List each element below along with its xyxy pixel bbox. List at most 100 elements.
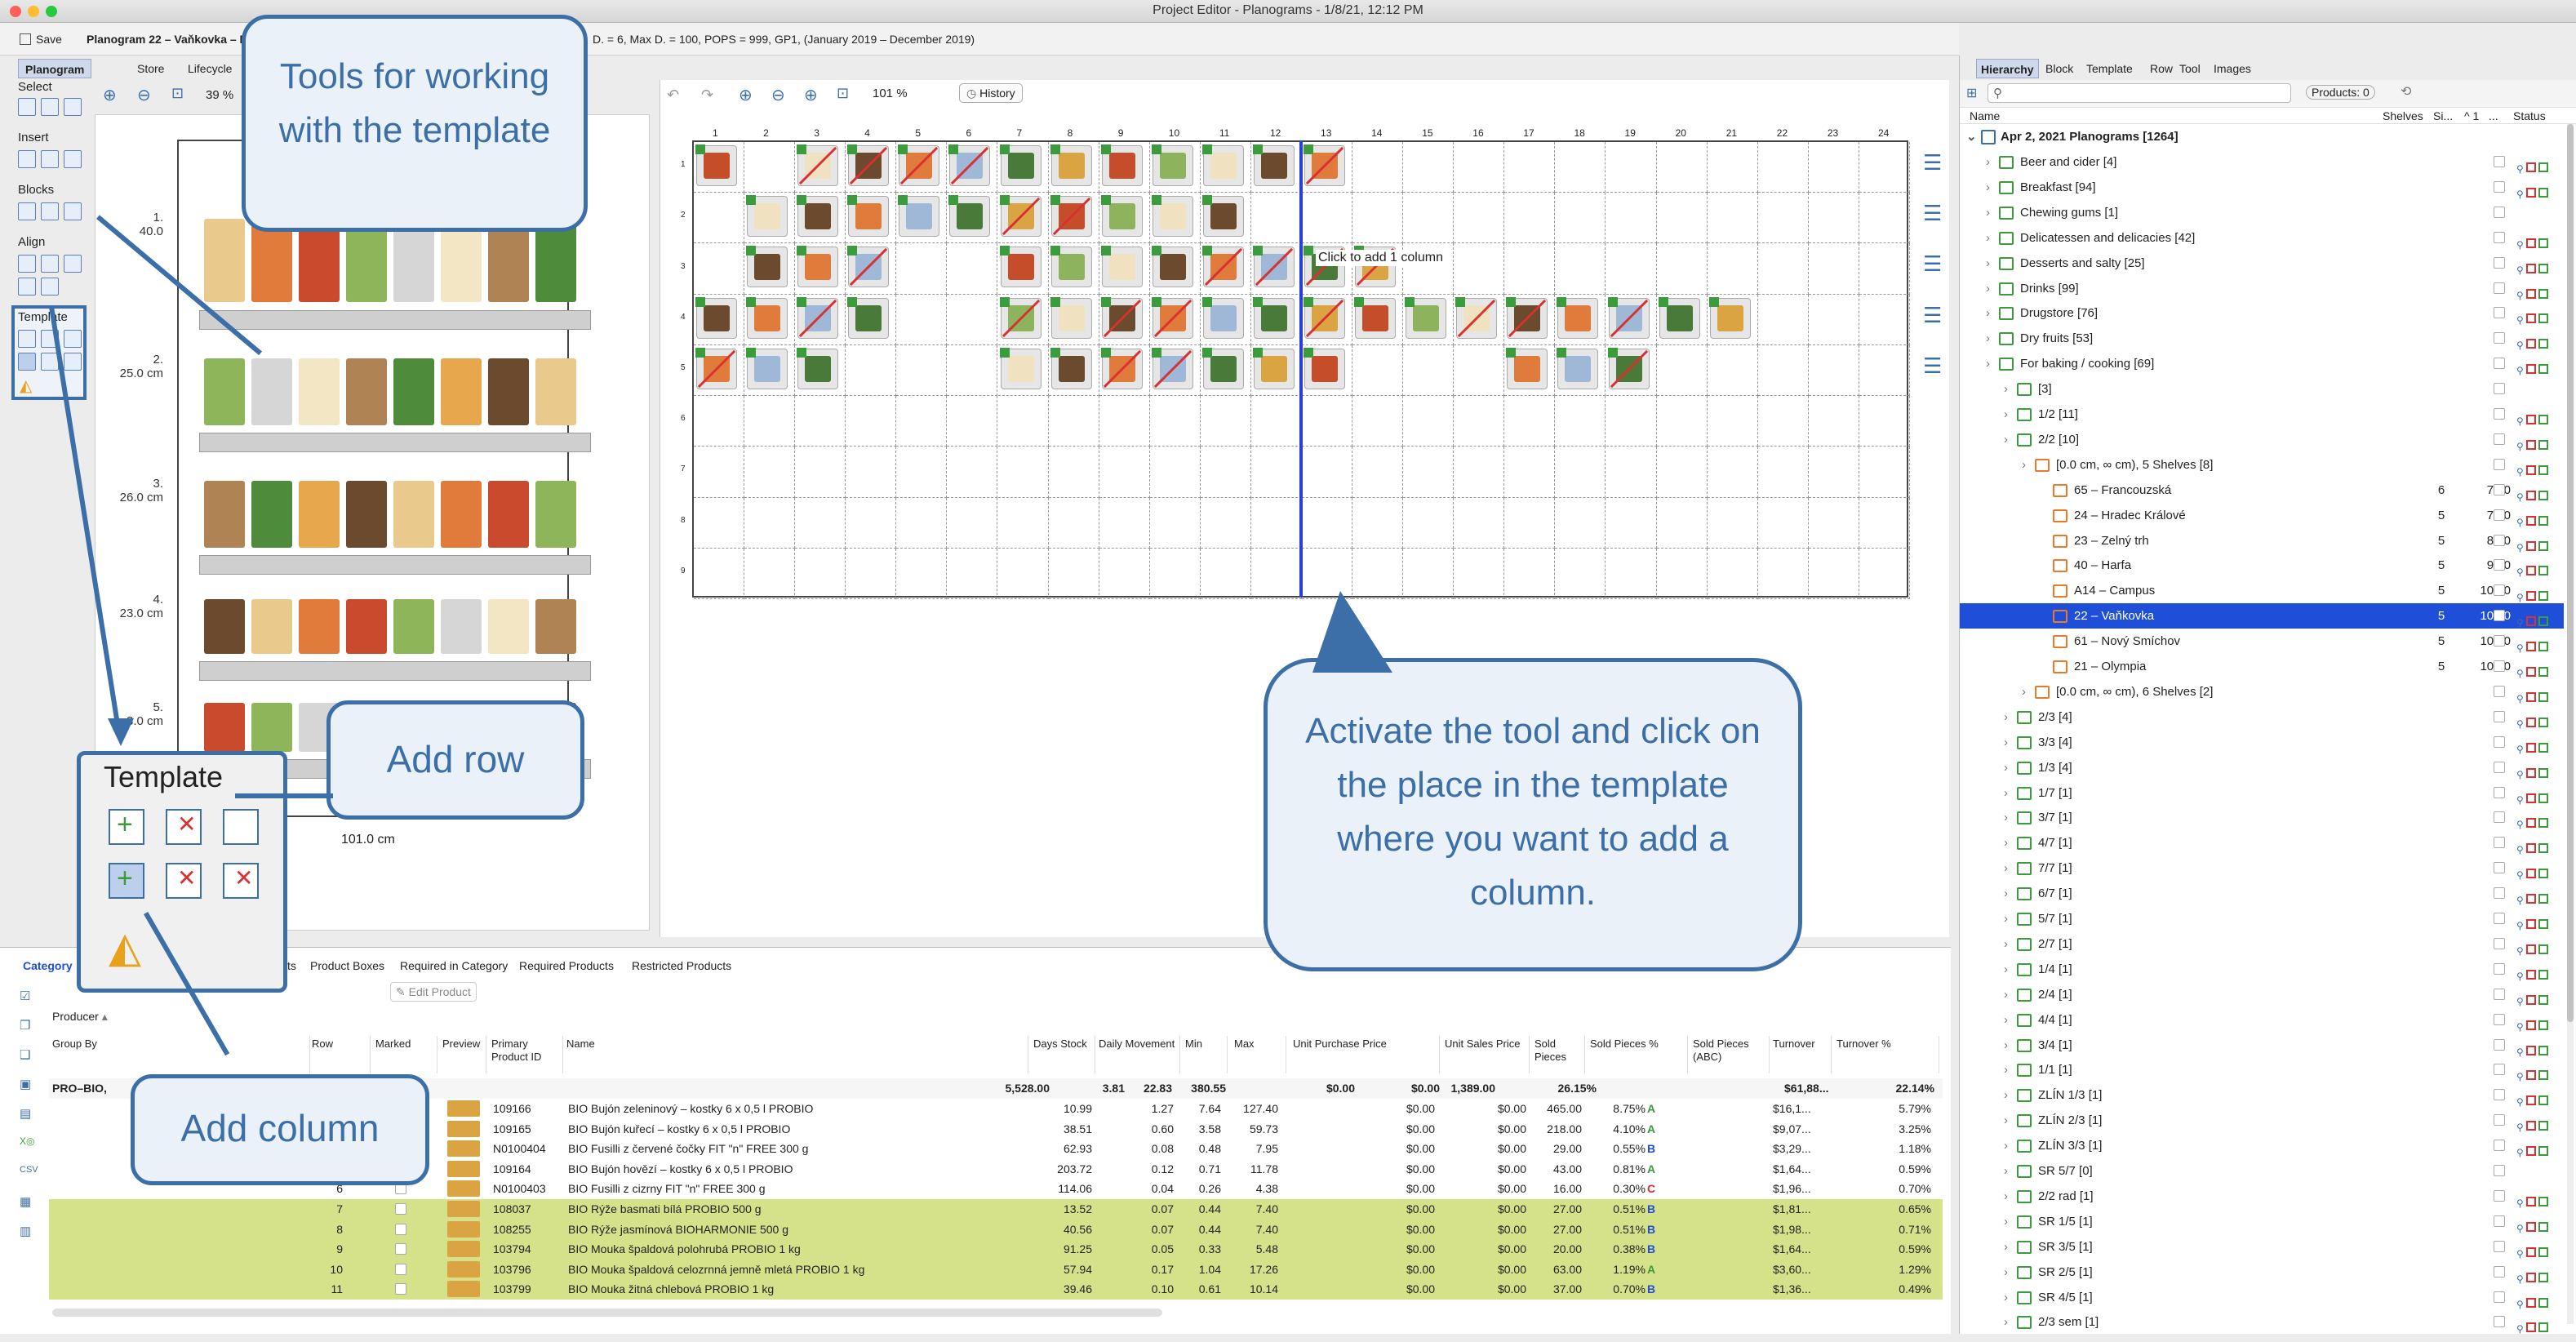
grid-cell[interactable] [1454, 193, 1505, 244]
template-product[interactable] [847, 246, 890, 288]
hierarchy-item[interactable]: › [3] [1960, 376, 2564, 402]
template-product[interactable] [948, 144, 991, 186]
item-checkbox[interactable] [2494, 307, 2505, 319]
grid-cell[interactable] [1149, 497, 1201, 549]
grid-zoom-value[interactable]: 101 % [873, 87, 908, 100]
hierarchy-item[interactable]: › 1/2 [11] ⚲ [1960, 402, 2564, 427]
column-header[interactable]: Max [1231, 1036, 1286, 1073]
hierarchy-item[interactable]: › Desserts and salty [25] ⚲ [1960, 251, 2564, 276]
grid-cell[interactable] [1859, 243, 1910, 295]
align-left-icon[interactable] [18, 255, 36, 273]
template-product[interactable] [1151, 144, 1193, 186]
grid-cell[interactable] [1606, 193, 1657, 244]
item-checkbox[interactable] [2494, 1265, 2505, 1278]
template-product[interactable] [847, 296, 890, 339]
template-product[interactable] [1201, 347, 1244, 389]
grid-cell[interactable] [1656, 344, 1708, 397]
template-product[interactable] [1050, 195, 1092, 238]
hierarchy-item[interactable]: › 2/2 rad [1] ⚲ [1960, 1184, 2564, 1209]
grid-cell[interactable] [1352, 396, 1404, 447]
expand-chevron-icon[interactable]: › [1986, 200, 1990, 225]
template-product[interactable] [1557, 347, 1599, 389]
product-facing[interactable] [535, 358, 576, 425]
item-checkbox[interactable] [2494, 1316, 2505, 1328]
item-checkbox[interactable] [2494, 156, 2505, 167]
template-product[interactable] [797, 296, 839, 339]
grid-cell[interactable] [1403, 193, 1455, 244]
insert-icon[interactable] [18, 150, 36, 168]
item-checkbox[interactable] [2494, 1215, 2505, 1227]
template-product[interactable] [1050, 246, 1092, 288]
expand-chevron-icon[interactable]: › [1986, 175, 1990, 200]
hierarchy-item[interactable]: 65 – Francouzská670.0⚲ [1960, 478, 2564, 503]
expand-chevron-icon[interactable]: › [2004, 704, 2008, 730]
chart-icon[interactable]: ▥ [20, 1224, 31, 1238]
item-checkbox[interactable] [2494, 433, 2505, 445]
expand-chevron-icon[interactable]: › [2004, 931, 2008, 957]
hierarchy-item[interactable]: › [0.0 cm, ∞ cm), 5 Shelves [8] ⚲ [1960, 452, 2564, 478]
product-facing[interactable] [204, 480, 245, 548]
grid-cell[interactable] [846, 497, 897, 549]
image-icon[interactable]: ▣ [20, 1077, 31, 1091]
product-facing[interactable] [393, 358, 434, 425]
template-product[interactable] [999, 195, 1042, 238]
item-checkbox[interactable] [2494, 962, 2505, 975]
item-checkbox[interactable] [2494, 710, 2505, 722]
grid-cell[interactable] [1504, 447, 1556, 498]
grid-cell[interactable] [1606, 548, 1657, 599]
grid-cell[interactable] [1504, 243, 1556, 295]
hierarchy-item[interactable]: › 2/3 sem [1] ⚲ [1960, 1309, 2564, 1335]
grid-cell[interactable] [1808, 243, 1859, 295]
hierarchy-item[interactable]: 21 – Olympia5109.0⚲ [1960, 654, 2564, 679]
zoom-add-column-icon[interactable]: + [109, 863, 144, 899]
check-icon[interactable]: ☑ [20, 989, 30, 1003]
grid-cell[interactable] [1454, 497, 1505, 549]
item-checkbox[interactable] [2494, 735, 2505, 748]
grid-cell[interactable] [896, 447, 948, 498]
template-product[interactable] [898, 144, 940, 186]
item-checkbox[interactable] [2494, 483, 2505, 495]
item-checkbox[interactable] [2494, 635, 2505, 647]
expand-chevron-icon[interactable]: › [2004, 1184, 2008, 1209]
hierarchy-scroll-thumb[interactable] [2567, 124, 2574, 1022]
grid-cell[interactable] [997, 548, 1049, 599]
hierarchy-item[interactable]: › 1/3 [4] ⚲ [1960, 755, 2564, 780]
grid-cell[interactable] [1504, 497, 1556, 549]
column-header[interactable]: Group By [49, 1036, 310, 1073]
grid-cell[interactable] [1403, 447, 1455, 498]
grid-cell[interactable] [947, 447, 998, 498]
grid-cell[interactable] [795, 396, 846, 447]
tab-category[interactable]: Category [23, 959, 73, 972]
template-product[interactable] [1658, 296, 1700, 339]
zoom-out-icon[interactable]: ⊖ [137, 85, 151, 105]
zoom-in-icon[interactable]: ⊕ [103, 85, 117, 105]
expand-chevron-icon[interactable]: › [1986, 326, 1990, 351]
insert-x-icon[interactable] [41, 150, 59, 168]
template-product[interactable] [1304, 347, 1345, 389]
template-product[interactable] [999, 246, 1042, 288]
marked-checkbox[interactable] [395, 1203, 406, 1215]
product-facing[interactable] [441, 480, 482, 548]
grid-cell[interactable] [1808, 193, 1859, 244]
product-facing[interactable] [251, 358, 292, 425]
expand-chevron-icon[interactable]: › [2004, 1234, 2008, 1260]
template-product[interactable] [1201, 195, 1244, 238]
expand-chevron-icon[interactable]: › [2004, 881, 2008, 906]
grid-cell[interactable] [1707, 344, 1758, 397]
grid-zoom-in-icon[interactable]: ⊕ [739, 85, 753, 105]
item-checkbox[interactable] [2494, 937, 2505, 949]
grid-cell[interactable] [1757, 447, 1809, 498]
tab-tool[interactable]: Tool [2175, 59, 2205, 78]
product-facing[interactable] [488, 598, 529, 655]
grid-cell[interactable] [1757, 548, 1809, 599]
tab-lifecycle[interactable]: Lifecycle [181, 59, 238, 78]
tab-planogram[interactable]: Planogram [18, 59, 92, 78]
grid-cell[interactable] [947, 243, 998, 295]
expand-chevron-icon[interactable]: › [2004, 805, 2008, 830]
grid-cell[interactable] [1403, 497, 1455, 549]
grid-cell[interactable] [1757, 344, 1809, 397]
shelf-zoom-value[interactable]: 39 % [206, 88, 233, 102]
grid-cell[interactable] [744, 447, 796, 498]
grid-cell[interactable] [1403, 548, 1455, 599]
item-checkbox[interactable] [2494, 1114, 2505, 1126]
